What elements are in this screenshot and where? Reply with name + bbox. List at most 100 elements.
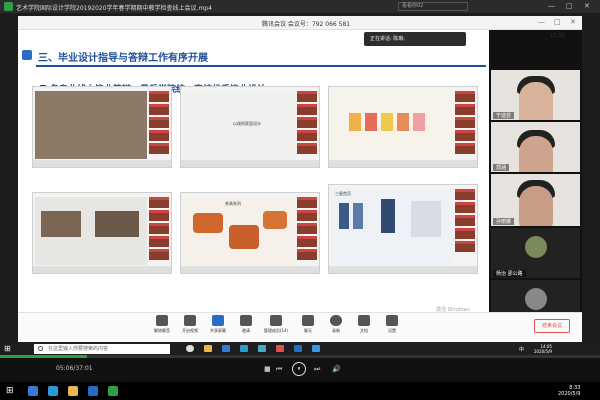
participant-strip xyxy=(297,197,317,262)
thumbnail-caption: 茶具系列 xyxy=(225,201,241,206)
participant-strip xyxy=(149,91,169,156)
documents-button[interactable]: 文档 xyxy=(350,315,378,334)
clock-date: 2020/5/9 xyxy=(534,349,552,354)
start-video-button[interactable]: 开启视频 xyxy=(176,315,204,334)
thumbnail-toolbar xyxy=(181,160,319,167)
app-icon[interactable] xyxy=(88,386,98,396)
video-panel: 于迪芸 郭涵 孙丽娜 杨治 邵公路 刘新 xyxy=(489,30,582,326)
play-pause-button[interactable]: ⏸ xyxy=(292,362,306,376)
participant-strip xyxy=(149,197,169,262)
manage-members-button[interactable]: 管理成员(14) xyxy=(262,315,290,334)
edge-icon[interactable] xyxy=(28,386,38,396)
participant-name: 郭涵 xyxy=(493,164,510,171)
meeting-title-bar: 腾讯会议 会议号：792 066 581 — □ ✕ xyxy=(18,16,582,30)
meeting-minimize-icon[interactable]: — xyxy=(538,18,545,26)
recorded-taskbar: ⊞ 在这里输入你要搜索的内容 中 14:05 2020/5/9 xyxy=(0,342,600,355)
next-button[interactable]: ⏭ xyxy=(314,365,320,374)
unmute-button[interactable]: 解除静音 xyxy=(148,315,176,334)
meeting-maximize-icon[interactable]: □ xyxy=(554,18,561,26)
meeting-toolbar: 解除静音 开启视频 共享屏幕 邀请 管理成员(14) 聊天 录制 文档 设置 xyxy=(18,312,582,342)
thumbnail-image: 以颂柯家居设计 xyxy=(183,91,295,159)
participant-name: 于迪芸 xyxy=(493,112,515,119)
minimize-icon[interactable]: — xyxy=(548,2,555,10)
stop-button[interactable]: ■ xyxy=(264,365,271,373)
slide-thumbnail xyxy=(328,86,478,168)
meeting-window: 腾讯会议 会议号：792 066 581 — □ ✕ 三、毕业设计指导与答辩工作… xyxy=(18,16,582,342)
ime-indicator[interactable]: 中 xyxy=(519,346,524,353)
player-logo-icon xyxy=(4,2,13,11)
participant-strip xyxy=(455,91,475,156)
thumbnail-image xyxy=(35,197,147,265)
thumbnail-caption: 以颂柯家居设计 xyxy=(233,121,261,126)
settings-button[interactable]: 设置 xyxy=(378,315,406,334)
app-icon[interactable] xyxy=(258,345,266,352)
search-icon xyxy=(38,346,43,351)
avatar xyxy=(525,288,547,310)
start-icon[interactable]: ⊞ xyxy=(4,344,11,353)
slide-thumbnail xyxy=(32,192,172,274)
invite-button[interactable]: 邀请 xyxy=(232,315,260,334)
close-icon[interactable]: ✕ xyxy=(584,2,590,10)
host-taskbar: ⊞ 8:33 2020/5/9 xyxy=(0,382,600,400)
app-icon[interactable] xyxy=(312,345,320,352)
slide-thumbnail xyxy=(32,86,172,168)
thumbnail-toolbar xyxy=(181,266,319,273)
participant-strip xyxy=(297,91,317,156)
speaking-indicator: 正在讲话: 陈琳; xyxy=(364,32,466,46)
player-search-input[interactable]: 看看你02 xyxy=(398,2,468,11)
participant-tile[interactable]: 郭涵 xyxy=(491,122,580,172)
thumbnail-image: 茶具系列 xyxy=(183,197,295,265)
explorer-icon[interactable] xyxy=(204,345,212,352)
participant-tile[interactable]: 孙丽娜 xyxy=(491,174,580,226)
meeting-close-icon[interactable]: ✕ xyxy=(570,18,576,26)
thumbnail-toolbar xyxy=(33,160,171,167)
player-title-bar: 艺术学院国际设计学院20192020学年春学期期中教学检查线上会议.mp4 看看… xyxy=(0,0,600,13)
thumbnail-image xyxy=(331,91,453,159)
slide-thumbnail: 以颂柯家居设计 xyxy=(180,86,320,168)
slide-heading: 三、毕业设计指导与答辩工作有序开展 xyxy=(38,53,208,64)
participant-strip xyxy=(455,189,475,254)
progress-track[interactable] xyxy=(0,355,600,358)
heading-divider xyxy=(36,65,486,67)
thumbnail-toolbar xyxy=(329,160,477,167)
ie-icon[interactable] xyxy=(48,386,58,396)
meeting-time: 11:33 xyxy=(550,33,565,39)
meeting-app-icon[interactable] xyxy=(294,345,302,352)
chat-button[interactable]: 聊天 xyxy=(294,315,322,334)
task-view-icon[interactable] xyxy=(186,345,194,352)
taskbar-search-input[interactable]: 在这里输入你要搜索的内容 xyxy=(34,344,170,354)
edge-icon[interactable] xyxy=(222,345,230,352)
player-app-icon[interactable] xyxy=(108,386,118,396)
playback-time: 05:06/37:01 xyxy=(56,365,93,372)
screen: 艺术学院国际设计学院20192020学年春学期期中教学检查线上会议.mp4 看看… xyxy=(0,0,600,400)
slide-thumbnail: 三星首页 xyxy=(328,184,478,274)
app-icon[interactable] xyxy=(276,345,284,352)
host-clock: 8:33 2020/5/9 xyxy=(558,385,580,397)
search-placeholder: 在这里输入你要搜索的内容 xyxy=(48,346,109,352)
taskbar-clock: 14:05 2020/5/9 xyxy=(534,344,552,354)
previous-button[interactable]: ⏮ xyxy=(276,365,282,374)
thumbnail-toolbar xyxy=(329,266,477,273)
volume-icon[interactable]: 🔊 xyxy=(332,365,341,373)
avatar xyxy=(525,236,547,258)
participant-name: 杨治 邵公路 xyxy=(493,270,526,277)
record-button[interactable]: 录制 xyxy=(322,315,350,334)
maximize-icon[interactable]: □ xyxy=(566,2,573,10)
progress-fill xyxy=(0,355,87,358)
player-title: 艺术学院国际设计学院20192020学年春学期期中教学检查线上会议.mp4 xyxy=(16,5,212,12)
thumbnail-image: 三星首页 xyxy=(331,189,453,265)
meeting-title: 腾讯会议 会议号：792 066 581 xyxy=(262,21,351,28)
thumbnail-image xyxy=(35,91,147,159)
slide-logo-icon xyxy=(22,50,32,60)
explorer-icon[interactable] xyxy=(68,386,78,396)
participant-tile[interactable]: 杨治 邵公路 xyxy=(491,228,580,278)
thumbnail-toolbar xyxy=(33,266,171,273)
clock-date: 2020/5/9 xyxy=(558,391,581,397)
ie-icon[interactable] xyxy=(240,345,248,352)
share-screen-button[interactable]: 共享屏幕 xyxy=(204,315,232,334)
participant-tile[interactable]: 于迪芸 xyxy=(491,70,580,120)
start-icon[interactable]: ⊞ xyxy=(6,386,14,396)
end-meeting-button[interactable]: 结束会议 xyxy=(534,319,570,333)
slide-thumbnail: 茶具系列 xyxy=(180,192,320,274)
thumbnail-caption: 三星首页 xyxy=(335,191,351,196)
